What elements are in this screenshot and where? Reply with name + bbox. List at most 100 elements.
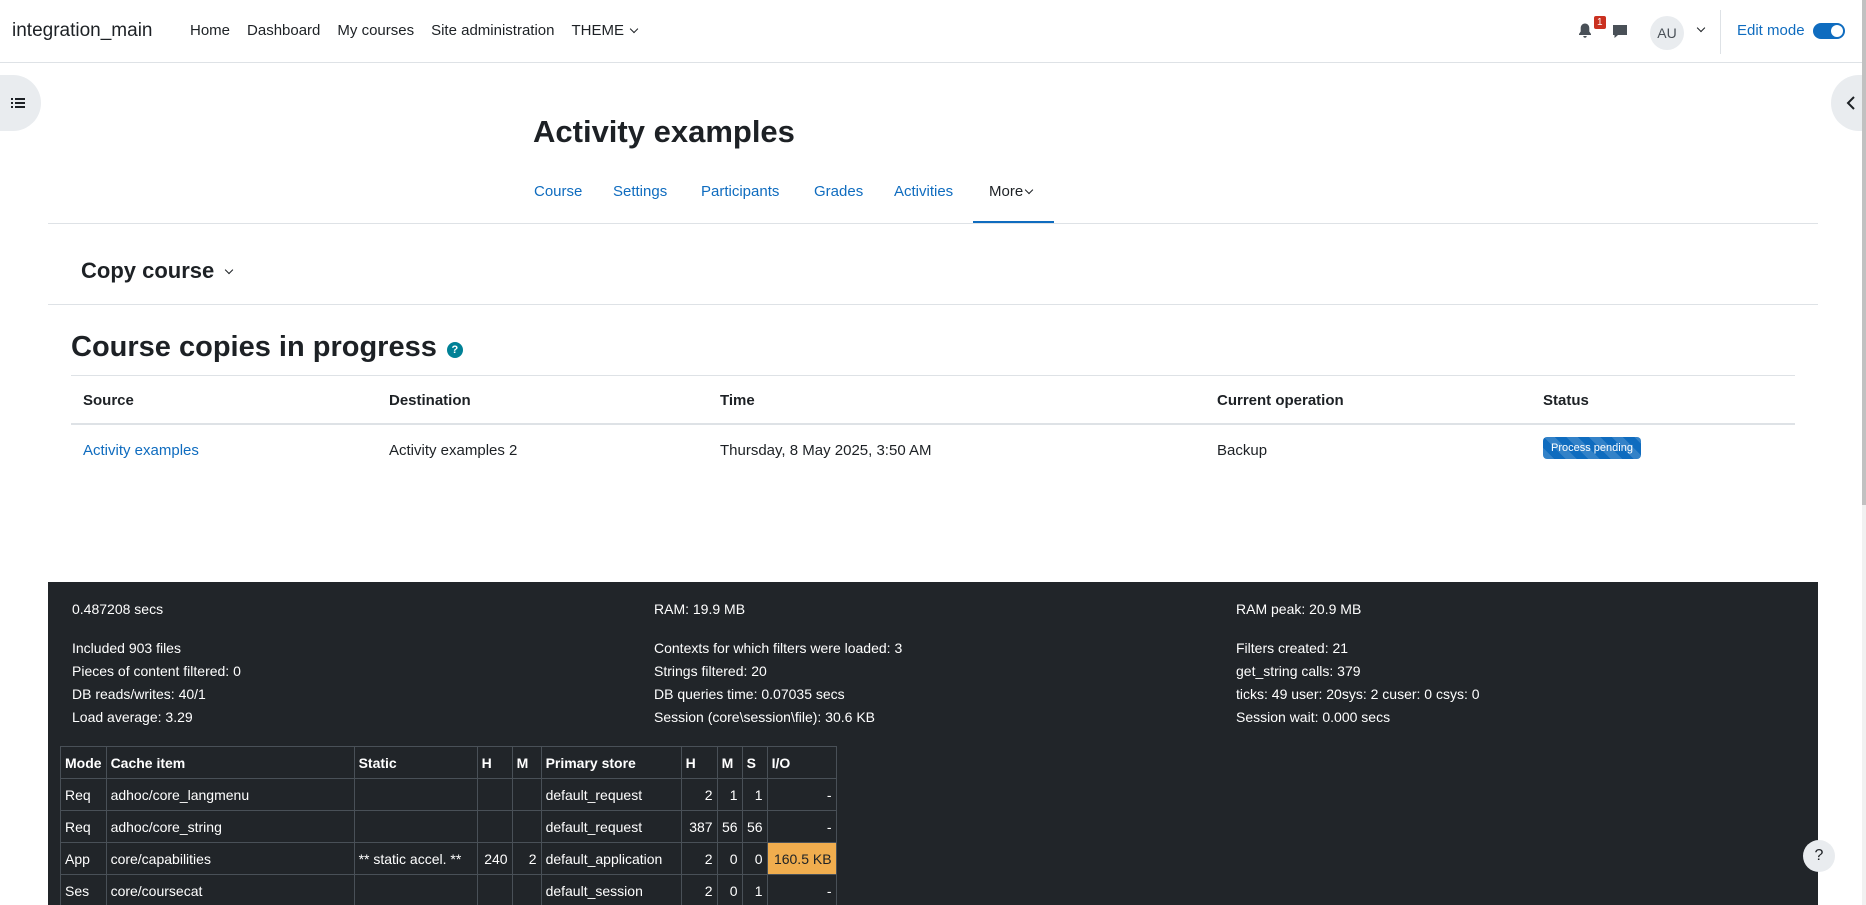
- cache-col-misses: M: [716, 746, 743, 779]
- destination-course: Activity examples 2: [389, 442, 518, 459]
- cache-col-hits: H: [680, 746, 718, 779]
- perf-contexts: Contexts for which filters were loaded: …: [654, 640, 903, 656]
- cache-item: core/capabilities: [105, 842, 355, 875]
- perf-db-reads-writes: DB reads/writes: 40/1: [72, 686, 206, 702]
- copy-time: Thursday, 8 May 2025, 3:50 AM: [720, 442, 932, 459]
- cache-col-io: I/O: [766, 746, 837, 779]
- nav-dashboard[interactable]: Dashboard: [247, 22, 320, 39]
- cache-static-hits: [476, 778, 513, 811]
- cache-item: adhoc/core_string: [105, 810, 355, 843]
- tab-activities[interactable]: Activities: [894, 183, 953, 200]
- table-row: App core/capabilities ** static accel. *…: [60, 842, 837, 875]
- cache-item: adhoc/core_langmenu: [105, 778, 355, 811]
- cache-static-hits: [476, 874, 513, 905]
- cache-col-static-misses: M: [511, 746, 542, 779]
- cache-io: -: [766, 874, 837, 905]
- cache-sets: 0: [741, 842, 768, 875]
- column-header-status: Status: [1543, 392, 1589, 409]
- perf-ram-peak: RAM peak: 20.9 MB: [1236, 601, 1362, 617]
- column-header-time: Time: [720, 392, 755, 409]
- cache-io: -: [766, 778, 837, 811]
- cache-mode: Ses: [60, 874, 107, 905]
- notification-bell-icon[interactable]: [1578, 23, 1592, 39]
- cache-sets: 56: [741, 810, 768, 843]
- cache-io: -: [766, 810, 837, 843]
- perf-filters-created: Filters created: 21: [1236, 640, 1349, 656]
- page-title: Activity examples: [533, 114, 795, 149]
- copy-course-action-selector[interactable]: Copy course: [81, 258, 234, 284]
- table-row: Activity examples Activity examples 2 Th…: [71, 425, 1795, 475]
- cache-static-hits: 240: [476, 842, 513, 875]
- messages-icon[interactable]: [1612, 24, 1628, 39]
- cache-misses: 0: [716, 874, 743, 905]
- edit-mode-toggle[interactable]: [1813, 23, 1845, 39]
- tab-grades[interactable]: Grades: [814, 183, 863, 200]
- perf-load-average: Load average: 3.29: [72, 709, 193, 725]
- copy-course-heading: Copy course: [81, 258, 215, 283]
- nav-home[interactable]: Home: [190, 22, 230, 39]
- navbar-divider: [1720, 10, 1721, 54]
- site-name[interactable]: integration_main: [12, 20, 152, 42]
- perf-strings-filtered: Strings filtered: 20: [654, 663, 767, 679]
- tab-participants[interactable]: Participants: [701, 183, 779, 200]
- tab-course[interactable]: Course: [534, 183, 582, 200]
- cache-mode: Req: [60, 778, 107, 811]
- cache-primary-store: default_application: [540, 842, 682, 875]
- action-divider: [48, 304, 1818, 305]
- cache-static: ** static accel. **: [353, 842, 478, 875]
- chevron-down-icon: [225, 265, 234, 274]
- column-header-destination: Destination: [389, 392, 471, 409]
- cache-static-misses: 2: [511, 842, 542, 875]
- open-block-drawer-button[interactable]: [1831, 75, 1866, 131]
- nav-site-administration[interactable]: Site administration: [431, 22, 554, 39]
- cache-col-sets: S: [741, 746, 768, 779]
- cache-misses: 1: [716, 778, 743, 811]
- notification-count-badge: 1: [1594, 16, 1606, 29]
- cache-sets: 1: [741, 778, 768, 811]
- cache-static: [353, 810, 478, 843]
- perf-ticks: ticks: 49 user: 20sys: 2 cuser: 0 csys: …: [1236, 686, 1480, 702]
- column-header-source: Source: [83, 392, 134, 409]
- cache-mode: App: [60, 842, 107, 875]
- table-row: Req adhoc/core_langmenu default_request …: [60, 778, 837, 811]
- help-button[interactable]: ?: [1803, 840, 1835, 872]
- user-menu-chevron-icon[interactable]: [1696, 23, 1706, 33]
- table-row: Ses core/coursecat default_session 2 0 1…: [60, 874, 837, 905]
- perf-column-2: RAM: 19.9 MB Contexts for which filters …: [654, 598, 902, 729]
- status-badge: Process pending: [1543, 437, 1641, 459]
- cache-mode: Req: [60, 810, 107, 843]
- cache-header-row: Mode Cache item Static H M Primary store…: [60, 746, 837, 779]
- cache-hits: 2: [680, 778, 718, 811]
- perf-session-size: Session (core\session\file): 30.6 KB: [654, 709, 875, 725]
- cache-col-static: Static: [353, 746, 478, 779]
- tab-settings[interactable]: Settings: [613, 183, 667, 200]
- cache-misses: 56: [716, 810, 743, 843]
- table-header-row: Source Destination Time Current operatio…: [71, 375, 1795, 425]
- chevron-down-icon: [629, 24, 639, 34]
- cache-col-primary-store: Primary store: [540, 746, 682, 779]
- cache-usage-table: Mode Cache item Static H M Primary store…: [60, 746, 837, 905]
- open-course-index-button[interactable]: [0, 75, 41, 131]
- section-title: Course copies in progress ?: [71, 331, 463, 364]
- cache-static-hits: [476, 810, 513, 843]
- cache-misses: 0: [716, 842, 743, 875]
- help-icon[interactable]: ?: [446, 341, 463, 358]
- cache-primary-store: default_request: [540, 810, 682, 843]
- table-row: Req adhoc/core_string default_request 38…: [60, 810, 837, 843]
- perf-included-files: Included 903 files: [72, 640, 181, 656]
- cache-static-misses: [511, 874, 542, 905]
- primary-navigation: Home Dashboard My courses Site administr…: [190, 22, 654, 39]
- user-avatar[interactable]: AU: [1650, 16, 1684, 50]
- source-course-link[interactable]: Activity examples: [83, 442, 199, 459]
- cache-primary-store: default_request: [540, 778, 682, 811]
- perf-column-1: 0.487208 secs Included 903 files Pieces …: [72, 598, 241, 729]
- nav-my-courses[interactable]: My courses: [337, 22, 414, 39]
- cache-hits: 2: [680, 874, 718, 905]
- section-title-text: Course copies in progress: [71, 331, 437, 363]
- perf-session-wait: Session wait: 0.000 secs: [1236, 709, 1391, 725]
- cache-primary-store: default_session: [540, 874, 682, 905]
- tab-more[interactable]: More: [989, 183, 1034, 200]
- page-scrollbar-thumb[interactable]: [1862, 0, 1866, 505]
- column-header-current-operation: Current operation: [1217, 392, 1344, 409]
- nav-theme-dropdown[interactable]: THEME: [572, 22, 639, 39]
